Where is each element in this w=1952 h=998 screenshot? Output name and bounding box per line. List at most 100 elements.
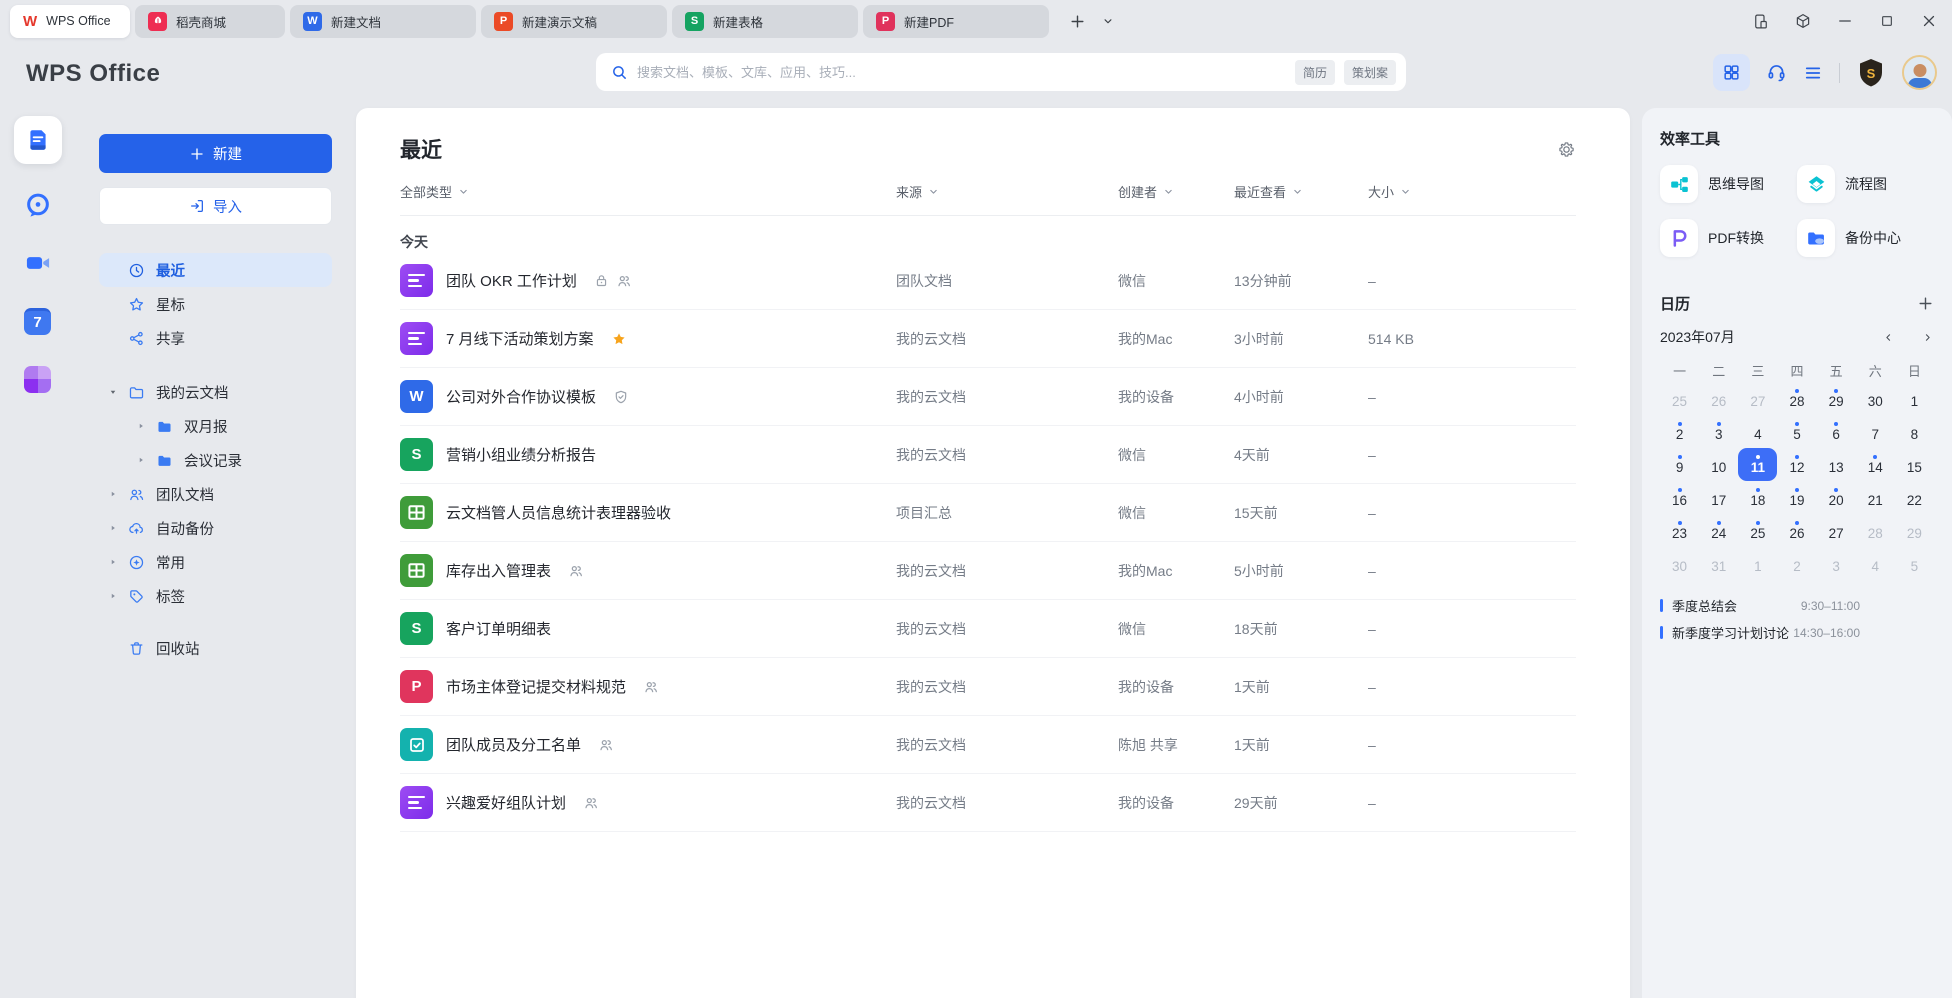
calendar-day[interactable]: 21 bbox=[1856, 481, 1895, 514]
close-button[interactable] bbox=[1920, 12, 1938, 30]
event-item[interactable]: 新季度学习计划讨论 14:30–16:00 bbox=[1660, 619, 1934, 646]
column-source[interactable]: 来源 bbox=[896, 182, 1118, 201]
rail-calendar-app[interactable]: 7 bbox=[23, 306, 53, 336]
mobile-preview-button[interactable] bbox=[1752, 12, 1770, 30]
tool-backup-center[interactable]: 备份中心 bbox=[1797, 219, 1934, 257]
sidebar-item-meeting-notes[interactable]: 会议记录 bbox=[99, 443, 332, 477]
caret-right-icon[interactable] bbox=[108, 523, 118, 533]
sidebar-item-shared[interactable]: 共享 bbox=[99, 321, 332, 355]
tab-wps-office[interactable]: W WPS Office bbox=[10, 5, 130, 38]
search-tag-proposal[interactable]: 策划案 bbox=[1344, 60, 1396, 85]
apps-grid-button[interactable] bbox=[1713, 54, 1750, 91]
caret-down-icon[interactable] bbox=[108, 387, 118, 397]
sidebar-item-bimonthly-report[interactable]: 双月报 bbox=[99, 409, 332, 443]
calendar-day[interactable]: 3 bbox=[1699, 415, 1738, 448]
file-row[interactable]: 团队成员及分工名单 我的云文档 陈旭 共享 1天前 – bbox=[400, 716, 1576, 774]
calendar-day[interactable]: 3 bbox=[1817, 547, 1856, 580]
file-row[interactable]: S 营销小组业绩分析报告 我的云文档 微信 4天前 – bbox=[400, 426, 1576, 484]
calendar-day[interactable]: 5 bbox=[1895, 547, 1934, 580]
calendar-day[interactable]: 25 bbox=[1660, 382, 1699, 415]
column-last-viewed[interactable]: 最近查看 bbox=[1234, 182, 1368, 201]
calendar-day[interactable]: 14 bbox=[1856, 448, 1895, 481]
calendar-day[interactable]: 30 bbox=[1856, 382, 1895, 415]
event-item[interactable]: 季度总结会 9:30–11:00 bbox=[1660, 592, 1934, 619]
calendar-day[interactable]: 7 bbox=[1856, 415, 1895, 448]
search-input[interactable] bbox=[637, 65, 1286, 80]
tab-docer-mall[interactable]: 稻壳商城 bbox=[135, 5, 285, 38]
calendar-prev-button[interactable] bbox=[1882, 331, 1895, 344]
calendar-day[interactable]: 19 bbox=[1777, 481, 1816, 514]
file-row[interactable]: P 市场主体登记提交材料规范 我的云文档 我的设备 1天前 – bbox=[400, 658, 1576, 716]
sidebar-item-starred[interactable]: 星标 bbox=[99, 287, 332, 321]
calendar-day[interactable]: 6 bbox=[1817, 415, 1856, 448]
search-bar[interactable]: 简历 策划案 bbox=[596, 53, 1406, 91]
caret-right-icon[interactable] bbox=[136, 455, 146, 465]
membership-badge-icon[interactable]: S bbox=[1856, 57, 1886, 89]
calendar-day[interactable]: 18 bbox=[1738, 481, 1777, 514]
calendar-day[interactable]: 27 bbox=[1738, 382, 1777, 415]
tab-new-spreadsheet[interactable]: S 新建表格 bbox=[672, 5, 858, 38]
file-row[interactable]: W 公司对外合作协议模板 我的云文档 我的设备 4小时前 – bbox=[400, 368, 1576, 426]
calendar-day[interactable]: 26 bbox=[1777, 514, 1816, 547]
file-row[interactable]: 云文档管人员信息统计表理器验收 项目汇总 微信 15天前 – bbox=[400, 484, 1576, 542]
global-menu-button[interactable] bbox=[1803, 63, 1823, 83]
rail-docs-home-active[interactable] bbox=[14, 116, 62, 164]
file-row[interactable]: 库存出入管理表 我的云文档 我的Mac 5小时前 – bbox=[400, 542, 1576, 600]
rail-meetings[interactable] bbox=[23, 248, 53, 278]
column-size[interactable]: 大小 bbox=[1368, 182, 1576, 201]
calendar-day[interactable]: 9 bbox=[1660, 448, 1699, 481]
calendar-day[interactable]: 22 bbox=[1895, 481, 1934, 514]
calendar-day[interactable]: 12 bbox=[1777, 448, 1816, 481]
caret-right-icon[interactable] bbox=[108, 489, 118, 499]
calendar-day[interactable]: 1 bbox=[1895, 382, 1934, 415]
calendar-day[interactable]: 2 bbox=[1660, 415, 1699, 448]
app-box-button[interactable] bbox=[1794, 12, 1812, 30]
calendar-day[interactable]: 30 bbox=[1660, 547, 1699, 580]
column-creator[interactable]: 创建者 bbox=[1118, 182, 1234, 201]
calendar-day[interactable]: 15 bbox=[1895, 448, 1934, 481]
calendar-day[interactable]: 27 bbox=[1817, 514, 1856, 547]
calendar-day[interactable]: 24 bbox=[1699, 514, 1738, 547]
filter-all-types[interactable]: 全部类型 bbox=[400, 182, 896, 201]
list-settings-button[interactable] bbox=[1557, 140, 1576, 159]
new-tab-button[interactable] bbox=[1064, 8, 1090, 34]
import-button[interactable]: 导入 bbox=[99, 187, 332, 225]
calendar-day[interactable]: 2 bbox=[1777, 547, 1816, 580]
caret-right-icon[interactable] bbox=[108, 591, 118, 601]
sidebar-item-tags[interactable]: 标签 bbox=[99, 579, 332, 613]
calendar-day[interactable]: 20 bbox=[1817, 481, 1856, 514]
file-row[interactable]: 团队 OKR 工作计划 团队文档 微信 13分钟前 – bbox=[400, 252, 1576, 310]
caret-right-icon[interactable] bbox=[136, 421, 146, 431]
rail-apps-more[interactable] bbox=[23, 364, 53, 394]
calendar-day[interactable]: 8 bbox=[1895, 415, 1934, 448]
sidebar-item-auto-backup[interactable]: 自动备份 bbox=[99, 511, 332, 545]
tool-mind-map[interactable]: 思维导图 bbox=[1660, 165, 1797, 203]
sidebar-item-team-docs[interactable]: 团队文档 bbox=[99, 477, 332, 511]
file-row[interactable]: S 客户订单明细表 我的云文档 微信 18天前 – bbox=[400, 600, 1576, 658]
sidebar-item-frequent[interactable]: 常用 bbox=[99, 545, 332, 579]
calendar-day[interactable]: 26 bbox=[1699, 382, 1738, 415]
calendar-day[interactable]: 29 bbox=[1817, 382, 1856, 415]
tab-new-document[interactable]: W 新建文档 bbox=[290, 5, 476, 38]
calendar-day-selected[interactable]: 11 bbox=[1738, 448, 1777, 481]
sidebar-item-recent[interactable]: 最近 bbox=[99, 253, 332, 287]
sidebar-item-recycle-bin[interactable]: 回收站 bbox=[99, 631, 332, 665]
tab-list-dropdown[interactable] bbox=[1095, 8, 1121, 34]
add-event-button[interactable] bbox=[1917, 295, 1934, 312]
calendar-day[interactable]: 10 bbox=[1699, 448, 1738, 481]
calendar-day[interactable]: 1 bbox=[1738, 547, 1777, 580]
tool-pdf-convert[interactable]: PDF转换 bbox=[1660, 219, 1797, 257]
support-headset-button[interactable] bbox=[1766, 62, 1787, 83]
calendar-day[interactable]: 23 bbox=[1660, 514, 1699, 547]
calendar-day[interactable]: 29 bbox=[1895, 514, 1934, 547]
calendar-day[interactable]: 25 bbox=[1738, 514, 1777, 547]
tab-new-pdf[interactable]: P 新建PDF bbox=[863, 5, 1049, 38]
minimize-button[interactable] bbox=[1836, 12, 1854, 30]
calendar-day[interactable]: 31 bbox=[1699, 547, 1738, 580]
calendar-day[interactable]: 4 bbox=[1856, 547, 1895, 580]
calendar-day[interactable]: 16 bbox=[1660, 481, 1699, 514]
calendar-next-button[interactable] bbox=[1921, 331, 1934, 344]
sidebar-item-my-cloud-docs[interactable]: 我的云文档 bbox=[99, 375, 332, 409]
maximize-button[interactable] bbox=[1878, 12, 1896, 30]
search-tag-resume[interactable]: 简历 bbox=[1295, 60, 1335, 85]
